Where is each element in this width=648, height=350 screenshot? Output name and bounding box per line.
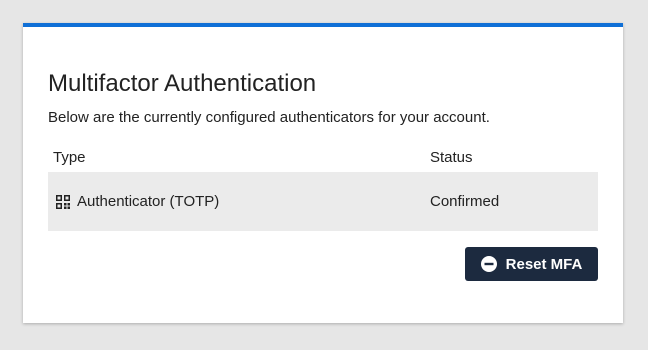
qr-code-icon: [56, 194, 70, 209]
card-accent-bar: [23, 23, 623, 27]
authenticators-table: Type Status Authenticator (TOTP) Confirm…: [48, 144, 598, 231]
authenticator-type-label: Authenticator (TOTP): [77, 193, 220, 210]
table-row: Authenticator (TOTP) Confirmed: [48, 172, 598, 231]
page-title: Multifactor Authentication: [48, 70, 317, 97]
page-description: Below are the currently configured authe…: [48, 109, 490, 126]
reset-mfa-button[interactable]: Reset MFA: [465, 247, 598, 281]
column-header-status: Status: [430, 149, 473, 166]
authenticator-type-cell: Authenticator (TOTP): [56, 172, 219, 231]
authenticator-status: Confirmed: [430, 193, 500, 210]
minus-circle-icon: [480, 256, 497, 272]
reset-mfa-label: Reset MFA: [505, 255, 583, 273]
column-header-type: Type: [53, 149, 86, 166]
table-header: Type Status: [48, 144, 598, 172]
mfa-card: Multifactor Authentication Below are the…: [23, 23, 623, 323]
